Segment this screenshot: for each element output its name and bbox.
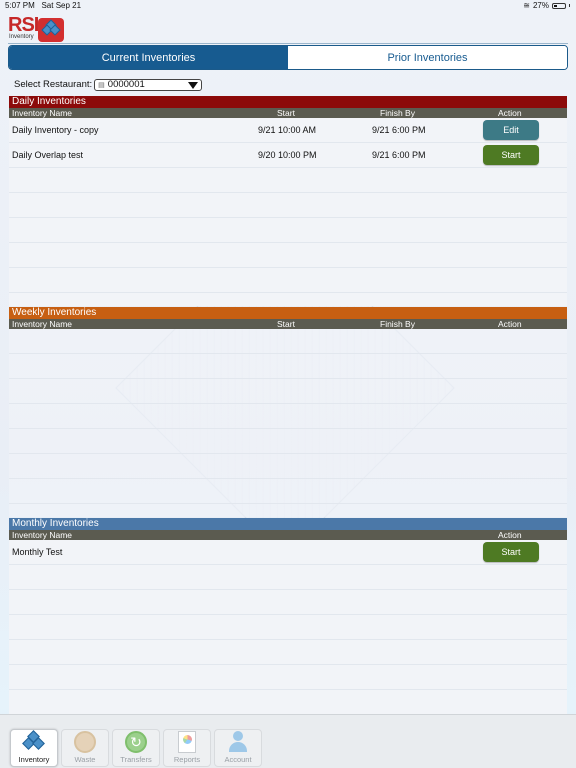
weekly-inventories-list — [9, 329, 567, 517]
tab-account[interactable]: Account — [214, 729, 262, 767]
tab-waste-label: Waste — [74, 755, 96, 764]
col-inventory-name: Inventory Name — [12, 530, 72, 540]
monthly-inventories-list: Monthly Test Start — [9, 540, 567, 720]
edit-button[interactable]: Edit — [483, 120, 539, 140]
col-inventory-name: Inventory Name — [12, 108, 72, 118]
status-time: 5:07 PM Sat Sep 21 — [5, 1, 81, 10]
tab-prior-inventories[interactable]: Prior Inventories — [288, 46, 567, 69]
tab-reports[interactable]: Reports — [163, 729, 211, 767]
col-action: Action — [498, 319, 522, 329]
header-divider — [8, 43, 568, 44]
section-title-monthly: Monthly Inventories — [9, 518, 567, 530]
account-icon — [227, 731, 249, 753]
status-right: ≊ 27% — [523, 1, 570, 10]
row-inventory-name: Daily Overlap test — [12, 150, 84, 160]
logo-cubes-icon — [38, 18, 64, 42]
wifi-icon: ≊ — [523, 1, 530, 10]
table-row: Monthly Test Start — [9, 540, 567, 564]
bottom-tab-bar: Inventory Waste ↻ Transfers Reports Acco… — [0, 714, 576, 768]
transfers-icon: ↻ — [125, 731, 147, 753]
status-date-text: Sat Sep 21 — [41, 1, 82, 10]
daily-inventories-section: Daily Inventories Inventory Name Start F… — [9, 96, 567, 306]
start-button[interactable]: Start — [483, 145, 539, 165]
col-action: Action — [498, 108, 522, 118]
logo-subtext: Inventory — [9, 34, 34, 40]
dropdown-caret-icon[interactable] — [188, 81, 199, 89]
tab-account-label: Account — [224, 755, 252, 764]
restaurant-select-row: Select Restaurant: ▤ 0000001 — [14, 78, 203, 91]
logo-text: RSI — [8, 14, 39, 36]
daily-inventories-list: Daily Inventory - copy 9/21 10:00 AM 9/2… — [9, 118, 567, 306]
monthly-column-header: Inventory Name Action — [9, 530, 567, 540]
battery-percent: 27% — [532, 1, 549, 10]
table-row: Daily Inventory - copy 9/21 10:00 AM 9/2… — [9, 118, 567, 142]
section-title-daily: Daily Inventories — [9, 96, 567, 108]
tab-transfers[interactable]: ↻ Transfers — [112, 729, 160, 767]
monthly-inventories-section: Monthly Inventories Inventory Name Actio… — [9, 518, 567, 720]
status-bar: 5:07 PM Sat Sep 21 ≊ 27% — [0, 0, 576, 12]
row-inventory-name: Daily Inventory - copy — [12, 125, 99, 135]
tab-transfers-label: Transfers — [120, 755, 152, 764]
reports-icon — [178, 731, 196, 753]
status-time-text: 5:07 PM — [5, 1, 35, 10]
battery-tip-icon — [569, 4, 570, 7]
tab-reports-label: Reports — [173, 755, 201, 764]
daily-column-header: Inventory Name Start Finish By Action — [9, 108, 567, 118]
restaurant-select-label: Select Restaurant: — [14, 79, 93, 90]
col-finish-by: Finish By — [380, 108, 415, 118]
restaurant-select[interactable]: ▤ 0000001 — [94, 78, 203, 91]
weekly-inventories-section: Weekly Inventories Inventory Name Start … — [9, 307, 567, 517]
col-action: Action — [498, 530, 522, 540]
col-start: Start — [277, 319, 295, 329]
waste-icon — [74, 731, 96, 753]
col-finish-by: Finish By — [380, 319, 415, 329]
tab-inventory[interactable]: Inventory — [10, 729, 58, 767]
tab-inventory-label: Inventory — [18, 755, 50, 764]
start-button[interactable]: Start — [483, 542, 539, 562]
tab-current-inventories[interactable]: Current Inventories — [9, 46, 288, 69]
rsi-logo: RSI Inventory — [8, 15, 68, 43]
table-row: Daily Overlap test 9/20 10:00 PM 9/21 6:… — [9, 143, 567, 167]
row-start: 9/21 10:00 AM — [258, 125, 317, 135]
col-start: Start — [277, 108, 295, 118]
weekly-column-header: Inventory Name Start Finish By Action — [9, 319, 567, 329]
restaurant-select-value: 0000001 — [107, 79, 145, 90]
inventory-icon — [22, 730, 45, 753]
row-finish-by: 9/21 6:00 PM — [372, 125, 426, 135]
tab-waste[interactable]: Waste — [61, 729, 109, 767]
battery-icon — [552, 2, 566, 9]
section-title-weekly: Weekly Inventories — [9, 307, 567, 319]
inventory-tabs: Current Inventories Prior Inventories — [8, 45, 568, 70]
col-inventory-name: Inventory Name — [12, 319, 72, 329]
row-inventory-name: Monthly Test — [12, 547, 63, 557]
row-finish-by: 9/21 6:00 PM — [372, 150, 426, 160]
row-start: 9/20 10:00 PM — [258, 150, 317, 160]
store-icon: ▤ — [98, 81, 105, 89]
